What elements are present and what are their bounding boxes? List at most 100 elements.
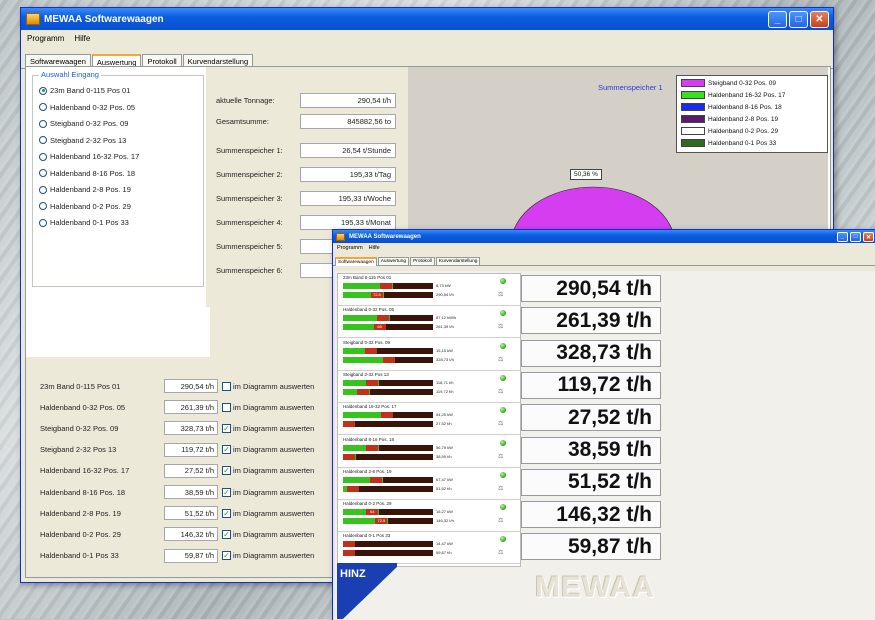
diagram-checkbox-label[interactable]: im Diagramm auswerten — [233, 509, 314, 518]
input-radio[interactable]: Haldenband 16-32 Pos. 17 — [39, 152, 139, 161]
minimize-icon[interactable]: _ — [768, 11, 787, 28]
radio-button-icon[interactable] — [39, 103, 47, 111]
front-title-bar[interactable]: MEWAA Softwarewaagen _ □ ✕ — [333, 230, 875, 243]
diagram-checkbox[interactable]: ✓ — [222, 466, 231, 476]
diagram-checkbox-label[interactable]: im Diagramm auswerten — [233, 530, 314, 539]
power-bar-marker — [343, 541, 355, 548]
input-radio[interactable]: Steigband 2-32 Pos 13 — [39, 136, 126, 145]
input-list-row: 23m Band 0-115 Pos 01 290,54 t/h im Diagra… — [40, 379, 314, 393]
input-list-name: Steigband 2-32 Pos 13 — [40, 445, 117, 455]
softwarewaagen-panel: 23m Band 0-115 Pos 01 72.5 6,73 kW 290,54 t… — [335, 271, 875, 620]
input-radio[interactable]: Haldenband 0-1 Pos 33 — [39, 218, 129, 227]
flow-bar-marker — [343, 421, 355, 428]
legend-swatch — [681, 103, 705, 111]
diagram-checkbox-label[interactable]: im Diagramm auswerten — [233, 382, 314, 391]
flow-bar — [343, 550, 433, 557]
input-radio-label: Steigband 0-32 Pos. 09 — [50, 119, 129, 128]
app-icon — [26, 13, 40, 25]
diagram-checkbox[interactable]: ✓ — [222, 551, 231, 561]
input-list-value: 328,73 t/h — [164, 421, 218, 436]
diagram-checkbox-label[interactable]: im Diagramm auswerten — [233, 424, 314, 433]
input-selection-label: Auswahl Eingang — [39, 70, 101, 79]
power-bar-marker — [366, 379, 379, 386]
input-radio[interactable]: Haldenband 2-8 Pos. 19 — [39, 185, 131, 194]
close-icon[interactable]: ✕ — [810, 11, 829, 28]
front-window: MEWAA Softwarewaagen _ □ ✕ Programm Hilf… — [332, 229, 875, 620]
sensor-row[interactable]: Haldenband 2-8 Pos. 19 67,47 kW 51,52 t/h ⚖ — [338, 468, 520, 500]
radio-button-icon[interactable] — [39, 152, 47, 161]
sensor-row[interactable]: Haldenband 0-1 Pos 33 14,47 kW 59,87 t/h ⚖ — [338, 532, 520, 565]
close-icon[interactable]: ✕ — [863, 232, 874, 242]
menu-hilfe[interactable]: Hilfe — [369, 245, 380, 255]
sensor-name: 23m Band 0-115 Pos 01 — [343, 275, 392, 280]
legend-item: Steigband 0-32 Pos. 09 — [681, 79, 776, 87]
tab-kurvendarstellung[interactable]: Kurvendarstellung — [435, 257, 481, 265]
flow-bar-marker — [357, 388, 370, 395]
input-radio[interactable]: Steigband 0-32 Pos. 09 — [39, 119, 128, 128]
diagram-checkbox[interactable]: ✓ — [222, 487, 231, 497]
info-row: Summenspeicher 4: 195,33 t/Monat — [216, 215, 396, 230]
input-list-row: Haldenband 0-1 Pos 33 59,87 t/h ✓ im Diagra… — [40, 548, 314, 563]
diagram-checkbox-label[interactable]: im Diagramm auswerten — [233, 403, 314, 412]
minimize-icon[interactable]: _ — [837, 232, 848, 242]
back-title-bar[interactable]: MEWAA Softwarewaagen _ □ ✕ — [21, 8, 833, 30]
flow-bar-marker: 72.5 — [370, 292, 383, 298]
input-radio[interactable]: Haldenband 0-2 Pos. 29 — [39, 202, 131, 211]
diagram-checkbox[interactable]: ✓ — [222, 445, 231, 455]
menu-programm[interactable]: Programm — [27, 34, 64, 50]
input-radio[interactable]: Haldenband 0-32 Pos. 05 — [39, 103, 135, 112]
diagram-checkbox-label[interactable]: im Diagramm auswerten — [233, 488, 314, 497]
info-row: Summenspeicher 3: 195,33 t/Woche — [216, 191, 396, 206]
diagram-checkbox[interactable]: ✓ — [222, 529, 231, 539]
window-controls: _ □ ✕ — [768, 11, 829, 28]
radio-button-icon[interactable] — [39, 86, 47, 95]
diagram-checkbox-label[interactable]: im Diagramm auswerten — [233, 551, 314, 560]
power-reading: 118,71 t/h — [436, 379, 454, 385]
flow-bar-marker — [343, 453, 355, 460]
radio-button-icon[interactable] — [39, 218, 47, 227]
flow-bar — [343, 421, 433, 428]
flow-reading: 261,39 t/h — [436, 324, 454, 330]
svg-text:HINZ: HINZ — [340, 568, 366, 580]
scale-icon: ⚖ — [498, 421, 504, 428]
tab-softwarewaagen[interactable]: Softwarewaagen — [335, 257, 377, 266]
radio-button-icon[interactable] — [39, 202, 47, 210]
power-bar — [343, 315, 433, 322]
input-radio-label: Haldenband 0-32 Pos. 05 — [50, 102, 136, 112]
menu-hilfe[interactable]: Hilfe — [74, 34, 90, 50]
power-bar-marker — [377, 315, 390, 322]
scale-icon: ⚖ — [498, 485, 504, 492]
sensor-row[interactable]: Haldenband 8-16 Pos. 18 56,79 kW 38,59 t/h… — [338, 436, 520, 468]
sensor-row[interactable]: Steigband 0-32 Pos. 09 15,15 kW 328,73 t/h… — [338, 339, 520, 371]
tonnage-display: 261,39 t/h — [521, 307, 661, 335]
app-icon — [336, 232, 345, 241]
sensor-row[interactable]: Steigband 2-32 Pos 13 118,71 t/h 119,72 t/… — [338, 371, 520, 403]
info-label: Summenspeicher 6: — [216, 266, 283, 275]
menu-programm[interactable]: Programm — [337, 245, 363, 255]
tab-protokoll[interactable]: Protokoll — [410, 257, 435, 265]
radio-button-icon[interactable] — [39, 119, 47, 128]
radio-button-icon[interactable] — [39, 185, 47, 194]
input-radio-label: Haldenband 8-16 Pos. 18 — [50, 168, 136, 178]
input-radio[interactable]: 23m Band 0-115 Pos 01 — [39, 86, 130, 95]
maximize-icon[interactable]: □ — [850, 232, 861, 242]
diagram-checkbox[interactable]: ✓ — [222, 423, 231, 433]
sensor-row[interactable]: 23m Band 0-115 Pos 01 72.5 6,73 kW 290,54 t… — [338, 274, 520, 306]
input-radio[interactable]: Haldenband 8-16 Pos. 18 — [39, 169, 135, 178]
diagram-checkbox-label[interactable]: im Diagramm auswerten — [233, 445, 314, 454]
tonnage-display: 119,72 t/h — [521, 371, 661, 399]
diagram-checkbox-label[interactable]: im Diagramm auswerten — [233, 466, 314, 475]
maximize-icon[interactable]: □ — [789, 11, 808, 28]
sensor-row[interactable]: Haldenband 0-32 Pos. 05 65 87,12 kW/h 261,3… — [338, 306, 520, 339]
radio-button-icon[interactable] — [39, 169, 47, 177]
radio-button-icon[interactable] — [39, 136, 47, 144]
sensor-row[interactable]: Haldenband 0-2 Pos. 29 64 72.5 15,27 kW 146,… — [338, 500, 520, 533]
diagram-checkbox[interactable]: ✓ — [222, 508, 231, 518]
legend-label: Steigband 0-32 Pos. 09 — [708, 79, 776, 87]
input-list-name: Haldenband 0-1 Pos 33 — [40, 551, 119, 561]
sensor-row[interactable]: Haldenband 16-32 Pos. 17 54,25 kW 27,52 t/… — [338, 403, 520, 436]
info-label: Gesamtsumme: — [216, 117, 269, 126]
diagram-checkbox[interactable] — [222, 402, 231, 412]
tab-auswertung[interactable]: Auswertung — [377, 257, 410, 265]
diagram-checkbox[interactable] — [222, 381, 231, 391]
